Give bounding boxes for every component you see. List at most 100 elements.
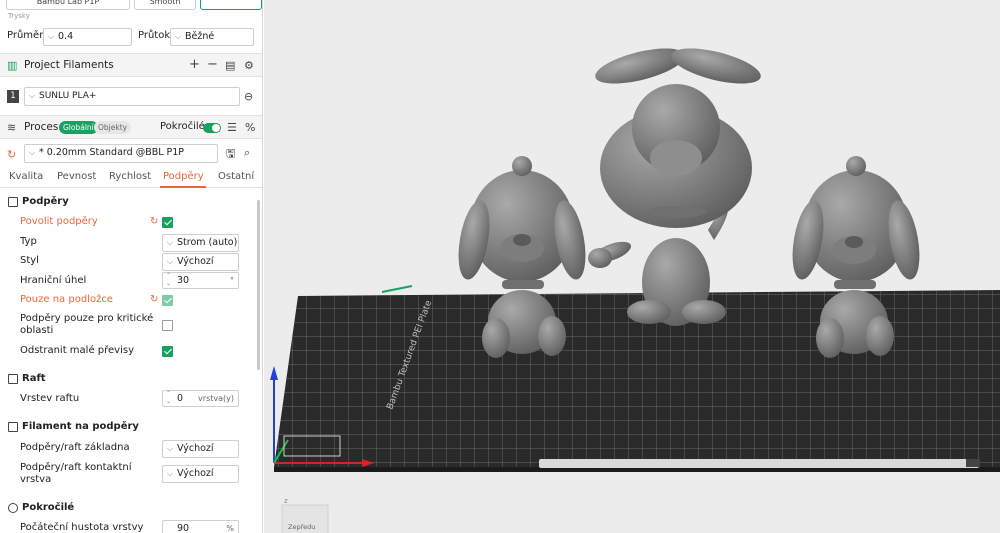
printer-settings-button[interactable]: [200, 0, 262, 10]
support-base-select[interactable]: ⌵ Výchozí: [162, 440, 239, 458]
tab-other[interactable]: Ostatní: [218, 171, 254, 182]
tab-speed[interactable]: Rychlost: [109, 171, 151, 182]
support-type-select[interactable]: ⌵ Strom (auto): [162, 234, 239, 252]
objects-toggle[interactable]: Objekty: [94, 121, 132, 134]
nozzle-diameter-select[interactable]: ⌵ 0.4: [43, 28, 132, 46]
filaments-title: Project Filaments: [24, 59, 114, 71]
on-build-plate-checkbox[interactable]: [162, 295, 173, 306]
support-interface-label-line1: Podpěry/raft kontaktní: [20, 462, 132, 473]
initial-density-unit: %: [226, 524, 234, 533]
support-base-value: Výchozí: [177, 443, 214, 454]
reset-icon[interactable]: ↻: [150, 216, 158, 227]
filament-options-icon[interactable]: ⊖: [244, 91, 253, 102]
process-header: ≋ Proces Globální Objekty Pokročilé ☰ %: [0, 115, 262, 139]
chevron-down-icon: ⌵: [29, 91, 36, 100]
raft-layers-label: Vrstev raftu: [20, 393, 80, 404]
support-filament-title: Filament na podpěry: [22, 421, 139, 432]
chevron-down-icon: ⌵: [48, 32, 55, 41]
remove-icon[interactable]: −: [207, 58, 218, 71]
stepper-arrows-icon[interactable]: ⌃ ⌄: [166, 390, 171, 406]
threshold-angle-input[interactable]: ⌃ ⌄ 30 °: [162, 272, 239, 289]
support-base-label: Podpěry/raft základna: [20, 442, 130, 453]
process-title: Proces: [24, 121, 59, 133]
supports-title: Podpěry: [22, 196, 69, 207]
list-icon[interactable]: ☰: [227, 122, 237, 133]
reset-icon[interactable]: ↻: [150, 294, 158, 305]
settings-tabs: Kvalita Pevnost Rychlost Podpěry Ostatní: [0, 168, 262, 188]
support-group-icon: [8, 197, 18, 207]
raft-layers-value: 0: [177, 393, 184, 404]
search-icon[interactable]: ⌕: [244, 147, 250, 158]
tab-strength[interactable]: Pevnost: [57, 171, 96, 182]
raft-title: Raft: [22, 373, 46, 384]
support-type-label: Typ: [20, 236, 37, 247]
support-type-value: Strom (auto): [177, 237, 238, 248]
enable-support-label: Povolit podpěry: [20, 216, 98, 227]
enable-support-checkbox[interactable]: [162, 217, 173, 228]
critical-regions-label-line2: oblasti: [20, 325, 54, 336]
view-cube[interactable]: z Zepředu: [281, 497, 329, 533]
compare-icon[interactable]: %: [245, 122, 255, 133]
reset-preset-icon[interactable]: ↻: [7, 149, 16, 160]
chevron-down-icon: ⌵: [167, 238, 174, 247]
advanced-toggle[interactable]: [203, 123, 221, 133]
advanced-label: Pokročilé: [160, 121, 205, 132]
stepper-arrows-icon[interactable]: ⌃ ⌄: [166, 272, 171, 288]
sync-filament-icon[interactable]: ▤: [225, 60, 235, 71]
save-preset-icon[interactable]: 🖫: [226, 148, 235, 159]
remove-small-overhangs-checkbox[interactable]: [162, 346, 173, 357]
nozzle-diameter-label: Průměr: [7, 30, 44, 41]
support-style-label: Styl: [20, 255, 39, 266]
support-interface-select[interactable]: ⌵ Výchozí: [162, 465, 239, 483]
scene-svg: Bambu Textured PEI Plate z Zepředu: [270, 48, 1000, 533]
on-build-plate-label: Pouze na podložce: [20, 294, 113, 305]
threshold-angle-unit: °: [230, 276, 234, 285]
remove-small-overhangs-label: Odstranit malé převisy: [20, 345, 134, 356]
flow-select[interactable]: ⌵ Běžné: [170, 28, 254, 46]
nozzle-section-label: Trysky: [8, 12, 30, 20]
support-interface-label-line2: vrstva: [20, 474, 52, 485]
plate-type-button[interactable]: Smooth: [134, 0, 196, 10]
filament-name: SUNLU PLA+: [39, 91, 97, 101]
advanced-title: Pokročilé: [22, 502, 75, 513]
critical-regions-label-line1: Podpěry pouze pro kritické: [20, 313, 154, 324]
settings-sidebar: Bambu Lab P1P Smooth Trysky Průměr ⌵ 0.4…: [0, 0, 263, 533]
3d-viewport[interactable]: Bambu Textured PEI Plate z Zepředu: [264, 0, 1000, 533]
process-icon: ≋: [7, 121, 17, 134]
chevron-down-icon: ⌵: [167, 257, 174, 266]
chevron-down-icon: ⌵: [175, 32, 182, 41]
dog-center-model: [588, 48, 761, 326]
process-preset-select[interactable]: ⌵ * 0.20mm Standard @BBL P1P: [24, 144, 218, 163]
support-filament-group-icon: [8, 422, 18, 432]
initial-density-input[interactable]: 90 %: [162, 520, 239, 533]
global-toggle[interactable]: Globální: [59, 121, 98, 134]
filament-settings-icon[interactable]: ⚙: [244, 60, 254, 71]
raft-group-icon: [8, 374, 18, 384]
flow-value: Běžné: [185, 31, 215, 42]
tab-quality[interactable]: Kvalita: [9, 171, 43, 182]
raft-layers-input[interactable]: ⌃ ⌄ 0 vrstva(y): [162, 390, 239, 407]
add-icon[interactable]: +: [189, 58, 200, 71]
support-style-value: Výchozí: [177, 256, 214, 267]
printer-selector-button[interactable]: Bambu Lab P1P: [6, 0, 130, 10]
flow-label: Průtok: [138, 30, 171, 41]
active-tab-indicator: [160, 186, 206, 188]
advanced-group-icon: [8, 503, 18, 513]
process-preset-name: * 0.20mm Standard @BBL P1P: [39, 147, 185, 158]
view-cube-label: Zepředu: [288, 523, 315, 531]
tab-supports[interactable]: Podpěry: [163, 171, 204, 182]
filament-select[interactable]: ⌵ SUNLU PLA+: [24, 87, 240, 106]
settings-scrollbar[interactable]: [257, 200, 260, 370]
support-interface-value: Výchozí: [177, 468, 214, 479]
threshold-angle-value: 30: [177, 275, 190, 286]
initial-density-label: Počáteční hustota vrstvy: [20, 522, 144, 533]
plate-label-strip: [539, 459, 979, 468]
filaments-header: ▥ Project Filaments + − ▤ ⚙: [0, 53, 262, 77]
filament-icon: ▥: [7, 59, 18, 72]
view-cube-axis-z: z: [284, 497, 288, 505]
threshold-angle-label: Hraniční úhel: [20, 275, 87, 286]
critical-regions-checkbox[interactable]: [162, 320, 173, 331]
nozzle-diameter-value: 0.4: [58, 31, 74, 42]
filament-slot-badge[interactable]: 1: [7, 90, 19, 103]
support-style-select[interactable]: ⌵ Výchozí: [162, 253, 239, 271]
